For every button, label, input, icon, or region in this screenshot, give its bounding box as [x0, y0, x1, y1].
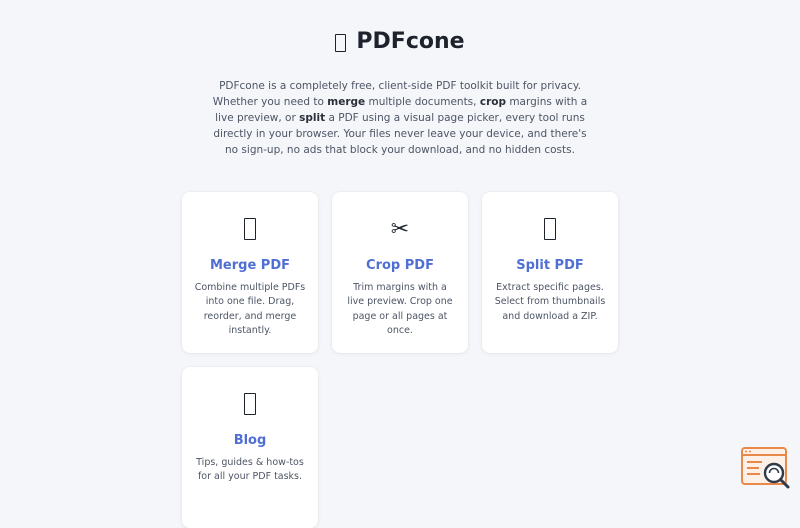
intro-split-keyword: split — [299, 112, 326, 124]
page-icon — [244, 214, 256, 244]
crop-pdf-card[interactable]: ✂ Crop PDF Trim margins with a live prev… — [332, 192, 468, 353]
merge-pdf-card[interactable]: Merge PDF Combine multiple PDFs into one… — [182, 192, 318, 353]
card-description: Combine multiple PDFs into one file. Dra… — [194, 282, 306, 336]
blog-card[interactable]: Blog Tips, guides & how-tos for all your… — [182, 367, 318, 528]
intro-text: PDFcone is a completely free, client-sid… — [208, 78, 592, 158]
page-icon — [335, 34, 347, 52]
intro-merge-keyword: merge — [327, 96, 366, 108]
card-title: Merge PDF — [209, 258, 290, 273]
search-document-icon — [741, 447, 790, 489]
tool-grid: Merge PDF Combine multiple PDFs into one… — [182, 192, 618, 528]
page-icon — [544, 214, 556, 244]
intro-part: multiple documents, — [365, 96, 480, 108]
page-title: PDFcone — [335, 26, 465, 58]
page-icon-shape — [244, 218, 256, 240]
card-title: Split PDF — [516, 258, 584, 273]
split-pdf-card[interactable]: Split PDF Extract specific pages. Select… — [482, 192, 618, 353]
intro-crop-keyword: crop — [479, 96, 506, 108]
card-description: Extract specific pages. Select from thum… — [494, 282, 606, 322]
card-title: Blog — [233, 433, 267, 448]
page-icon — [244, 389, 256, 419]
scissors-icon: ✂ — [390, 216, 410, 242]
card-description: Trim margins with a live preview. Crop o… — [347, 282, 453, 336]
header: PDFcone — [0, 26, 800, 58]
card-title: Crop PDF — [366, 258, 434, 273]
card-description: Tips, guides & how-tos for all your PDF … — [196, 457, 304, 483]
page: PDFcone PDFcone is a completely free, cl… — [0, 0, 800, 528]
page-icon-shape — [244, 393, 256, 415]
site-name: PDFcone — [356, 29, 465, 54]
page-icon-shape — [544, 218, 556, 240]
